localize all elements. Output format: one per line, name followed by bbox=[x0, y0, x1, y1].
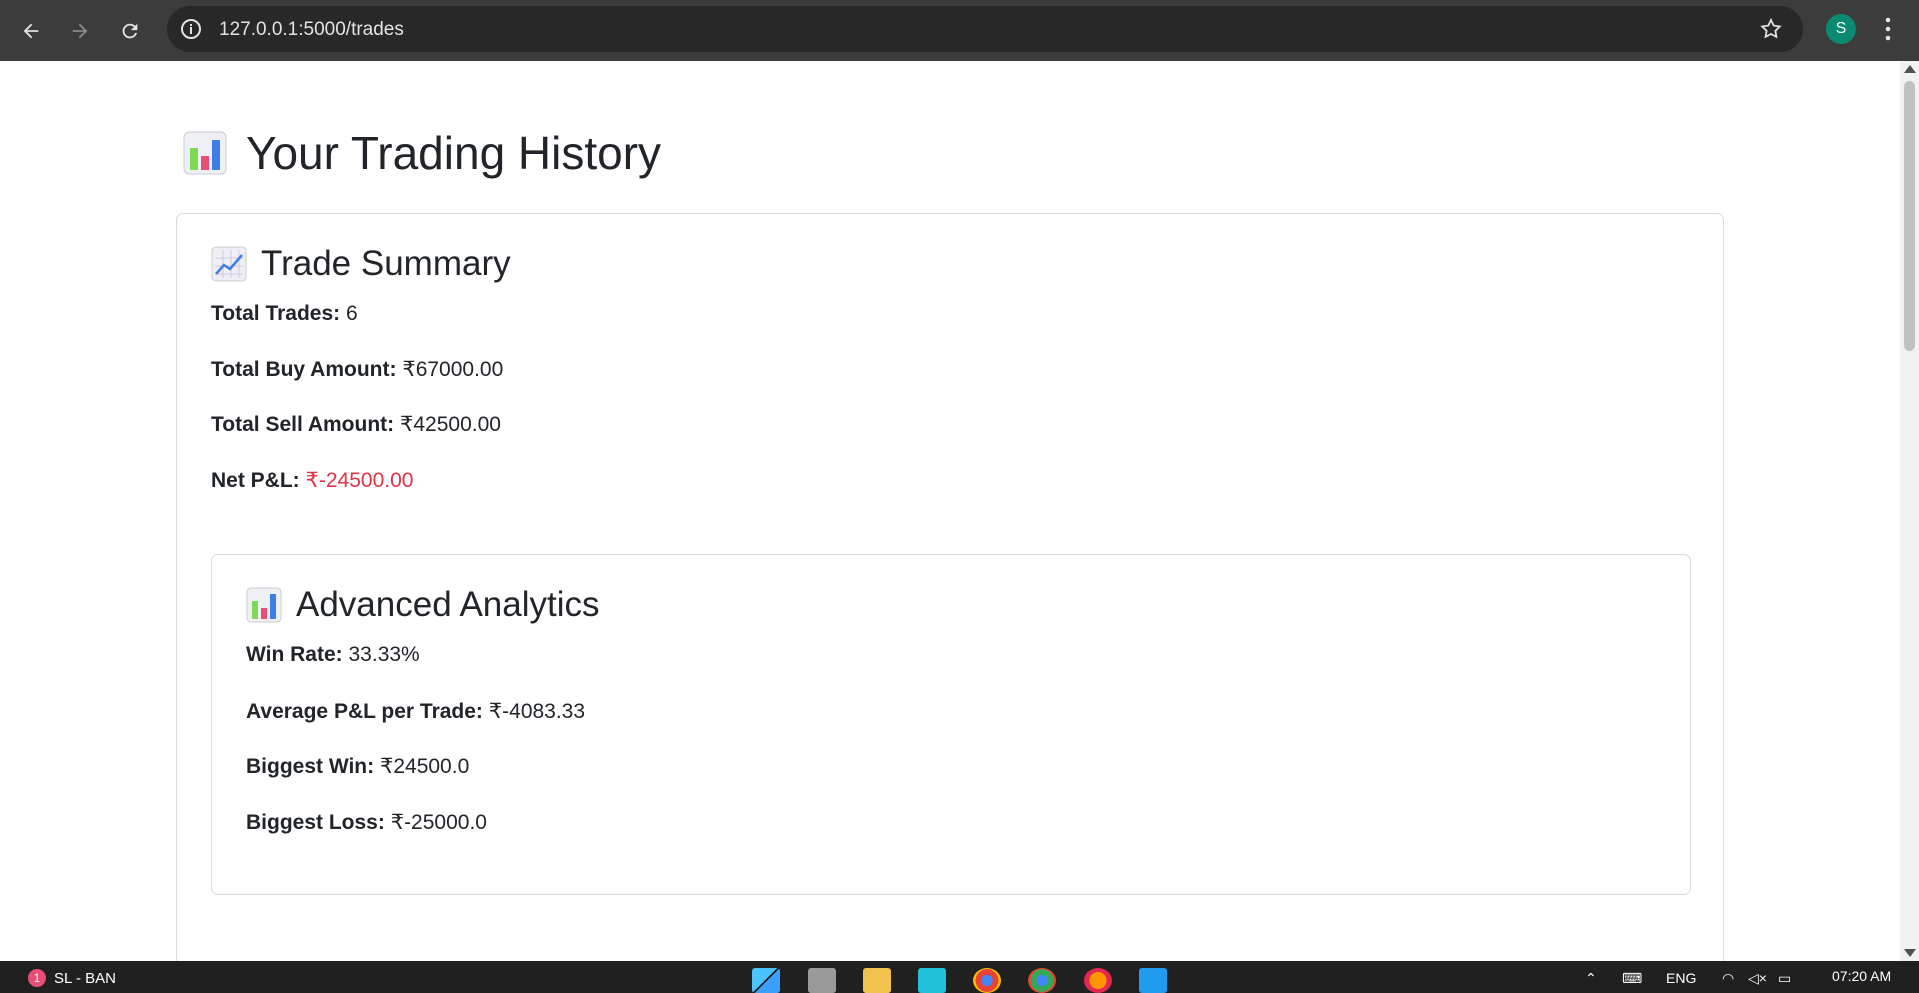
stat-value: ₹42500.00 bbox=[400, 413, 501, 436]
trade-summary-title: Trade Summary bbox=[211, 244, 511, 284]
arrow-right-icon bbox=[72, 23, 88, 39]
stat-value: 33.33% bbox=[348, 643, 420, 666]
stat-value: ₹67000.00 bbox=[402, 358, 504, 381]
browser-toolbar: 127.0.0.1:5000/trades S bbox=[0, 0, 1919, 61]
stat-net-pl: Net P&L: ₹-24500.00 bbox=[211, 468, 413, 493]
battery-icon[interactable]: ▭ bbox=[1778, 970, 1791, 987]
bar-chart-icon bbox=[246, 587, 282, 623]
volume-muted-icon[interactable]: ◁× bbox=[1748, 970, 1767, 987]
wifi-icon[interactable]: ◠ bbox=[1722, 970, 1734, 987]
stat-label: Net P&L: bbox=[211, 469, 300, 492]
trade-summary-title-text: Trade Summary bbox=[261, 244, 511, 283]
weather-badge: 1 bbox=[28, 969, 46, 987]
trade-summary-card: Trade Summary Total Trades: 6 Total Buy … bbox=[176, 213, 1724, 961]
chrome-profile-icon[interactable] bbox=[1028, 968, 1056, 993]
url-text[interactable]: 127.0.0.1:5000/trades bbox=[219, 19, 404, 41]
profile-avatar[interactable]: S bbox=[1826, 14, 1856, 44]
bookmark-star-icon[interactable] bbox=[1759, 17, 1783, 41]
address-bar[interactable]: 127.0.0.1:5000/trades bbox=[167, 6, 1803, 52]
stat-label: Win Rate: bbox=[246, 643, 343, 666]
forward-button[interactable] bbox=[61, 12, 99, 50]
file-explorer-icon[interactable] bbox=[863, 968, 891, 993]
advanced-analytics-title: Advanced Analytics bbox=[246, 585, 600, 625]
stat-total-sell: Total Sell Amount: ₹42500.00 bbox=[211, 412, 501, 437]
stat-label: Biggest Win: bbox=[246, 755, 375, 778]
windows-taskbar: 1 SL - BAN ⌃ ⌨ ENG ◠ ◁× ▭ 07:20 AM bbox=[0, 961, 1919, 993]
stat-label: Biggest Loss: bbox=[246, 811, 385, 834]
stat-value: ₹-4083.33 bbox=[488, 700, 586, 723]
bar-chart-icon bbox=[183, 131, 227, 175]
stat-value-negative: ₹-24500.00 bbox=[305, 469, 414, 492]
arrow-left-icon bbox=[23, 23, 39, 39]
page-title-text: Your Trading History bbox=[246, 127, 662, 179]
stat-average-pl: Average P&L per Trade: ₹-4083.33 bbox=[246, 699, 585, 724]
vscode-icon[interactable] bbox=[1139, 968, 1167, 993]
page-viewport: Your Trading History Trade Summary Total… bbox=[0, 61, 1900, 961]
trending-up-chart-icon bbox=[211, 246, 247, 282]
page-scrollbar[interactable] bbox=[1900, 61, 1919, 961]
scrollbar-thumb[interactable] bbox=[1904, 81, 1915, 351]
store-icon[interactable] bbox=[918, 968, 946, 993]
start-menu-icon[interactable] bbox=[752, 968, 780, 993]
advanced-analytics-title-text: Advanced Analytics bbox=[296, 585, 600, 624]
stat-label: Total Trades: bbox=[211, 302, 341, 325]
stat-value: 6 bbox=[345, 302, 358, 325]
keyboard-icon[interactable]: ⌨ bbox=[1622, 970, 1642, 987]
weather-text: SL - BAN bbox=[54, 969, 116, 987]
advanced-analytics-card: Advanced Analytics Win Rate: 33.33% Aver… bbox=[211, 554, 1691, 895]
stat-value: ₹24500.0 bbox=[379, 755, 470, 778]
stat-total-buy: Total Buy Amount: ₹67000.00 bbox=[211, 357, 503, 382]
stat-label: Average P&L per Trade: bbox=[246, 700, 483, 723]
stat-biggest-loss: Biggest Loss: ₹-25000.0 bbox=[246, 810, 487, 835]
page-title: Your Trading History bbox=[182, 126, 661, 180]
stat-label: Total Sell Amount: bbox=[211, 413, 395, 436]
task-view-icon[interactable] bbox=[808, 968, 836, 993]
clock-time[interactable]: 07:20 AM bbox=[1832, 968, 1891, 984]
chrome-icon[interactable] bbox=[973, 968, 1001, 993]
more-options-icon[interactable] bbox=[1876, 14, 1900, 44]
back-button[interactable] bbox=[12, 12, 50, 50]
stat-win-rate: Win Rate: 33.33% bbox=[246, 643, 420, 667]
reload-icon bbox=[122, 23, 138, 39]
scroll-down-arrow-icon[interactable] bbox=[1904, 949, 1916, 957]
reload-button[interactable] bbox=[111, 12, 149, 50]
scroll-up-arrow-icon[interactable] bbox=[1904, 65, 1916, 73]
firefox-icon[interactable] bbox=[1084, 968, 1112, 993]
language-indicator[interactable]: ENG bbox=[1666, 970, 1696, 986]
stat-value: ₹-25000.0 bbox=[390, 811, 487, 834]
stat-biggest-win: Biggest Win: ₹24500.0 bbox=[246, 754, 469, 779]
stat-total-trades: Total Trades: 6 bbox=[211, 302, 358, 326]
weather-widget[interactable]: 1 SL - BAN bbox=[28, 969, 116, 987]
site-info-icon[interactable] bbox=[179, 17, 203, 41]
tray-chevron-up-icon[interactable]: ⌃ bbox=[1585, 970, 1597, 987]
stat-label: Total Buy Amount: bbox=[211, 358, 397, 381]
